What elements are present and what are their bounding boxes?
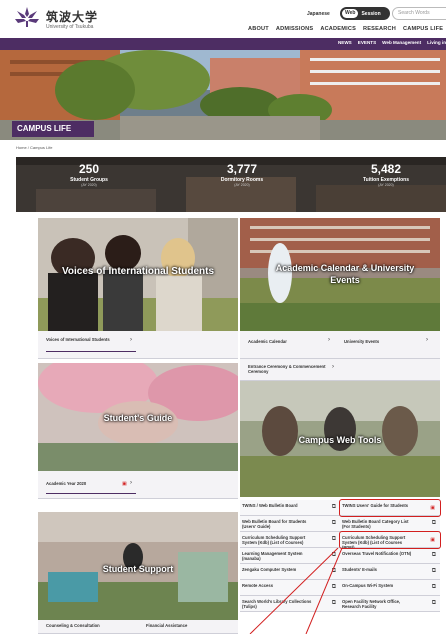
external-link-icon: ⧉ xyxy=(431,584,436,590)
stat-tuition-exemptions: 5,482 Tuition Exemptions (AY 2020) xyxy=(336,162,436,187)
stat-dormitory-rooms: 3,777 Dormitory Rooms (AY 2020) xyxy=(192,162,292,187)
sub-nav: NEWS EVENTS Web Management Living in xyxy=(338,40,446,45)
site-header: 筑波大学 University of Tsukuba Japanese Web … xyxy=(0,0,446,38)
chevron-right-icon: › xyxy=(328,337,330,343)
university-name-jp[interactable]: 筑波大学 xyxy=(46,8,98,25)
nav-research[interactable]: RESEARCH xyxy=(363,26,396,32)
ceremony-link-bar[interactable]: Entrance Ceremony & Commencement Ceremon… xyxy=(240,359,440,381)
tool-link[interactable]: Web Bulletin Board for Students (Users' … xyxy=(240,516,340,532)
main-nav: ABOUT ADMISSIONS ACADEMICS RESEARCH CAMP… xyxy=(248,26,443,32)
calendar-link-bar: Academic Calendar › University Events › xyxy=(240,331,440,359)
search-mode-toggle[interactable]: Web Session xyxy=(340,7,390,20)
tile-calendar[interactable]: Academic Calendar & University Events xyxy=(240,218,440,331)
external-link-icon: ⧉ xyxy=(331,520,336,526)
guide-link-bar[interactable]: Academic Year 2020 ▣ › xyxy=(38,471,238,499)
voices-link-bar[interactable]: Voices of International Students › xyxy=(38,331,238,359)
tile-voices[interactable]: Voices of International Students xyxy=(38,218,238,331)
support-link-bar: Counseling & Consultation Financial Assi… xyxy=(38,620,238,634)
page: 筑波大学 University of Tsukuba Japanese Web … xyxy=(0,0,446,634)
tool-link[interactable]: Curriculum Scheduling Support System (Kd… xyxy=(240,532,340,548)
chevron-right-icon: › xyxy=(426,337,428,343)
academic-calendar-link[interactable]: Academic Calendar xyxy=(248,339,318,344)
tile-guide[interactable]: Student's Guide xyxy=(38,363,238,471)
link-underline xyxy=(46,493,136,494)
tile-title: Student's Guide xyxy=(103,413,173,423)
tile-title: Campus Web Tools xyxy=(298,435,382,445)
ceremony-link[interactable]: Entrance Ceremony & Commencement Ceremon… xyxy=(248,364,328,374)
university-name-en: University of Tsukuba xyxy=(46,24,94,30)
link-underline xyxy=(46,351,136,352)
chevron-right-icon: › xyxy=(130,480,132,486)
stat-number: 250 xyxy=(78,162,100,176)
university-events-link[interactable]: University Events xyxy=(344,339,414,344)
toggle-session[interactable]: Session xyxy=(358,11,383,17)
counseling-link[interactable]: Counseling & Consultation xyxy=(46,623,126,628)
stat-number: 3,777 xyxy=(226,162,258,176)
highlight-twins-guide xyxy=(339,499,441,517)
language-link[interactable]: Japanese xyxy=(307,11,330,17)
external-link-icon: ⧉ xyxy=(431,568,436,574)
nav-admissions[interactable]: ADMISSIONS xyxy=(276,26,313,32)
external-link-icon: ⧉ xyxy=(431,520,436,526)
page-title: CAMPUS LIFE xyxy=(12,121,94,137)
subnav-living[interactable]: Living in xyxy=(427,40,446,45)
tile-title: Voices of International Students xyxy=(61,266,215,277)
toggle-web[interactable]: Web xyxy=(342,9,359,18)
chevron-right-icon: › xyxy=(332,364,334,370)
nav-campus-life[interactable]: CAMPUS LIFE xyxy=(403,26,443,32)
tile-support[interactable]: Student Support xyxy=(38,512,238,620)
stat-year: (AY 2020) xyxy=(81,183,97,187)
tile-title: Student Support xyxy=(102,564,174,574)
highlight-kdb-pdf xyxy=(339,531,441,549)
chevron-right-icon: › xyxy=(130,337,132,343)
tile-web-tools[interactable]: Campus Web Tools xyxy=(240,381,440,497)
nav-academics[interactable]: ACADEMICS xyxy=(320,26,356,32)
university-logo-icon[interactable] xyxy=(14,6,40,28)
annotation-arrow-lines xyxy=(249,548,343,634)
academic-year-link[interactable]: Academic Year 2020 xyxy=(46,481,126,486)
subnav-news[interactable]: NEWS xyxy=(338,40,352,45)
pdf-icon: ▣ xyxy=(122,481,127,487)
subnav-web-management[interactable]: Web Management xyxy=(382,40,421,45)
stat-year: (AY 2020) xyxy=(378,183,394,187)
stat-year: (AY 2020) xyxy=(234,183,250,187)
external-link-icon: ⧉ xyxy=(331,536,336,542)
stats-band: 250 Student Groups (AY 2020) 3,777 Dormi… xyxy=(16,157,446,212)
search-input[interactable]: Search Words xyxy=(392,7,446,20)
tool-link[interactable]: TWINS / Web Bulletin Board ⧉ xyxy=(240,500,340,516)
financial-assistance-link[interactable]: Financial Assistance xyxy=(146,623,226,628)
breadcrumb[interactable]: Home / Campus Life xyxy=(16,145,52,150)
tool-link[interactable]: Web Bulletin Board Category List (For St… xyxy=(340,516,440,532)
external-link-icon: ⧉ xyxy=(431,600,436,606)
subnav-events[interactable]: EVENTS xyxy=(358,40,376,45)
stat-student-groups: 250 Student Groups (AY 2020) xyxy=(44,162,134,187)
tile-title: Academic Calendar & University Events xyxy=(275,263,415,285)
stat-number: 5,482 xyxy=(370,162,402,176)
voices-link[interactable]: Voices of International Students xyxy=(46,337,126,342)
nav-about[interactable]: ABOUT xyxy=(248,26,269,32)
external-link-icon: ⧉ xyxy=(331,504,336,510)
external-link-icon: ⧉ xyxy=(431,552,436,558)
